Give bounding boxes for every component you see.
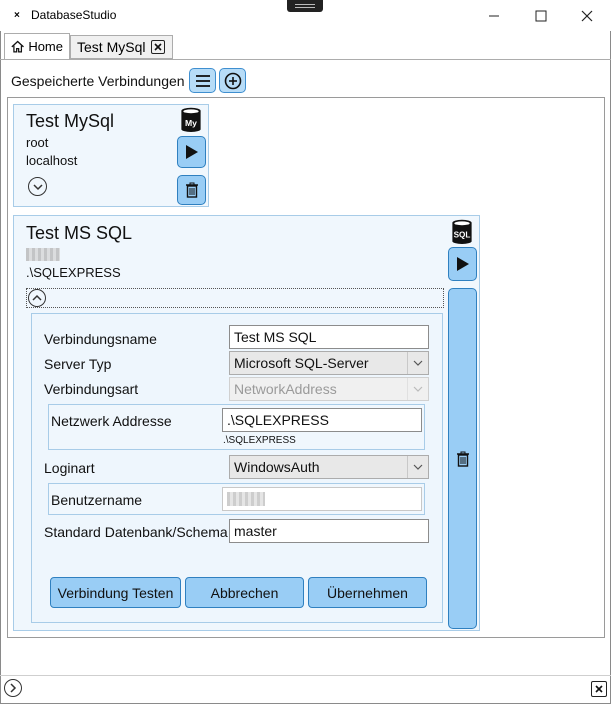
trash-icon	[456, 451, 469, 467]
minimize-button[interactable]	[471, 0, 517, 31]
close-panel-button[interactable]	[591, 681, 607, 697]
login-type-label: Loginart	[44, 460, 95, 476]
maximize-icon	[535, 10, 547, 21]
delete-button[interactable]	[448, 288, 477, 629]
default-db-label: Standard Datenbank/Schema	[44, 524, 228, 540]
db-badge-text: SQL	[454, 230, 471, 239]
hamburger-icon	[195, 74, 210, 87]
play-icon	[185, 145, 198, 159]
connection-title: Test MS SQL	[26, 223, 133, 243]
tab-home-label: Home	[28, 39, 63, 54]
db-badge-text: My	[185, 118, 197, 128]
chevron-down-icon	[413, 464, 423, 470]
connection-name-input[interactable]: Test MS SQL	[229, 325, 429, 349]
app-icon: ×	[14, 10, 20, 21]
add-circle-icon	[224, 72, 241, 89]
login-type-select[interactable]: WindowsAuth	[229, 455, 429, 479]
mssql-db-icon: SQL	[450, 219, 474, 247]
connection-name-label: Verbindungsname	[44, 331, 157, 347]
tab-home[interactable]: Home	[4, 33, 70, 60]
connection-type-select[interactable]: NetworkAddress	[229, 377, 429, 401]
username-input[interactable]	[222, 487, 422, 511]
chevron-down-icon	[413, 386, 423, 392]
collapse-button[interactable]	[28, 289, 46, 307]
redacted-user	[26, 248, 60, 261]
close-icon	[581, 10, 593, 21]
default-db-input[interactable]: master	[229, 519, 429, 543]
tab-test-mysql[interactable]: Test MySql	[70, 35, 173, 59]
connection-user: root	[26, 135, 49, 150]
title-bar: × DatabaseStudio	[0, 0, 611, 31]
saved-connections-label: Gespeicherte Verbindungen	[11, 73, 185, 89]
server-type-label: Server Typ	[44, 356, 112, 372]
server-type-value: Microsoft SQL-Server	[234, 355, 369, 371]
status-divider	[0, 675, 611, 676]
close-icon	[595, 685, 603, 693]
connection-title: Test MySql	[26, 111, 115, 131]
connect-button[interactable]	[448, 247, 477, 281]
tab-test-mysql-label: Test MySql	[77, 39, 146, 55]
chevron-right-icon	[10, 683, 17, 693]
menu-button[interactable]	[189, 68, 216, 93]
connection-type-label: Verbindungsart	[44, 381, 139, 397]
window-title: DatabaseStudio	[31, 8, 117, 22]
maximize-button[interactable]	[518, 0, 564, 31]
connect-button[interactable]	[177, 136, 206, 168]
chevron-down-icon	[413, 360, 423, 366]
home-icon	[11, 40, 24, 53]
expand-log-button[interactable]	[4, 679, 22, 697]
login-type-value: WindowsAuth	[234, 459, 320, 475]
chevron-down-icon	[32, 183, 43, 190]
connection-type-value: NetworkAddress	[234, 381, 337, 397]
apply-button[interactable]: Übernehmen	[308, 577, 427, 608]
tab-divider	[0, 59, 611, 60]
connection-host: localhost	[26, 153, 78, 168]
play-icon	[456, 257, 469, 271]
network-address-input[interactable]: .\SQLEXPRESS	[222, 408, 422, 432]
cancel-button[interactable]: Abbrechen	[185, 577, 304, 608]
server-type-select[interactable]: Microsoft SQL-Server	[229, 351, 429, 375]
network-address-label: Netzwerk Addresse	[51, 413, 172, 429]
network-address-hint: .\SQLEXPRESS	[223, 435, 296, 446]
delete-button[interactable]	[177, 175, 206, 205]
test-connection-button[interactable]: Verbindung Testen	[50, 577, 181, 608]
tab-close-button[interactable]	[151, 40, 166, 54]
expand-button[interactable]	[28, 177, 47, 196]
add-connection-button[interactable]	[219, 68, 246, 93]
redacted-username	[227, 492, 265, 506]
connection-host: .\SQLEXPRESS	[26, 265, 121, 280]
close-icon	[154, 42, 163, 51]
chevron-up-icon	[32, 294, 42, 301]
mysql-db-icon: My	[179, 107, 203, 135]
drag-grip[interactable]	[287, 0, 323, 12]
username-label: Benutzername	[51, 492, 143, 508]
collapse-row[interactable]	[26, 288, 444, 308]
close-window-button[interactable]	[564, 0, 610, 31]
trash-icon	[185, 182, 198, 198]
minimize-icon	[489, 15, 499, 16]
